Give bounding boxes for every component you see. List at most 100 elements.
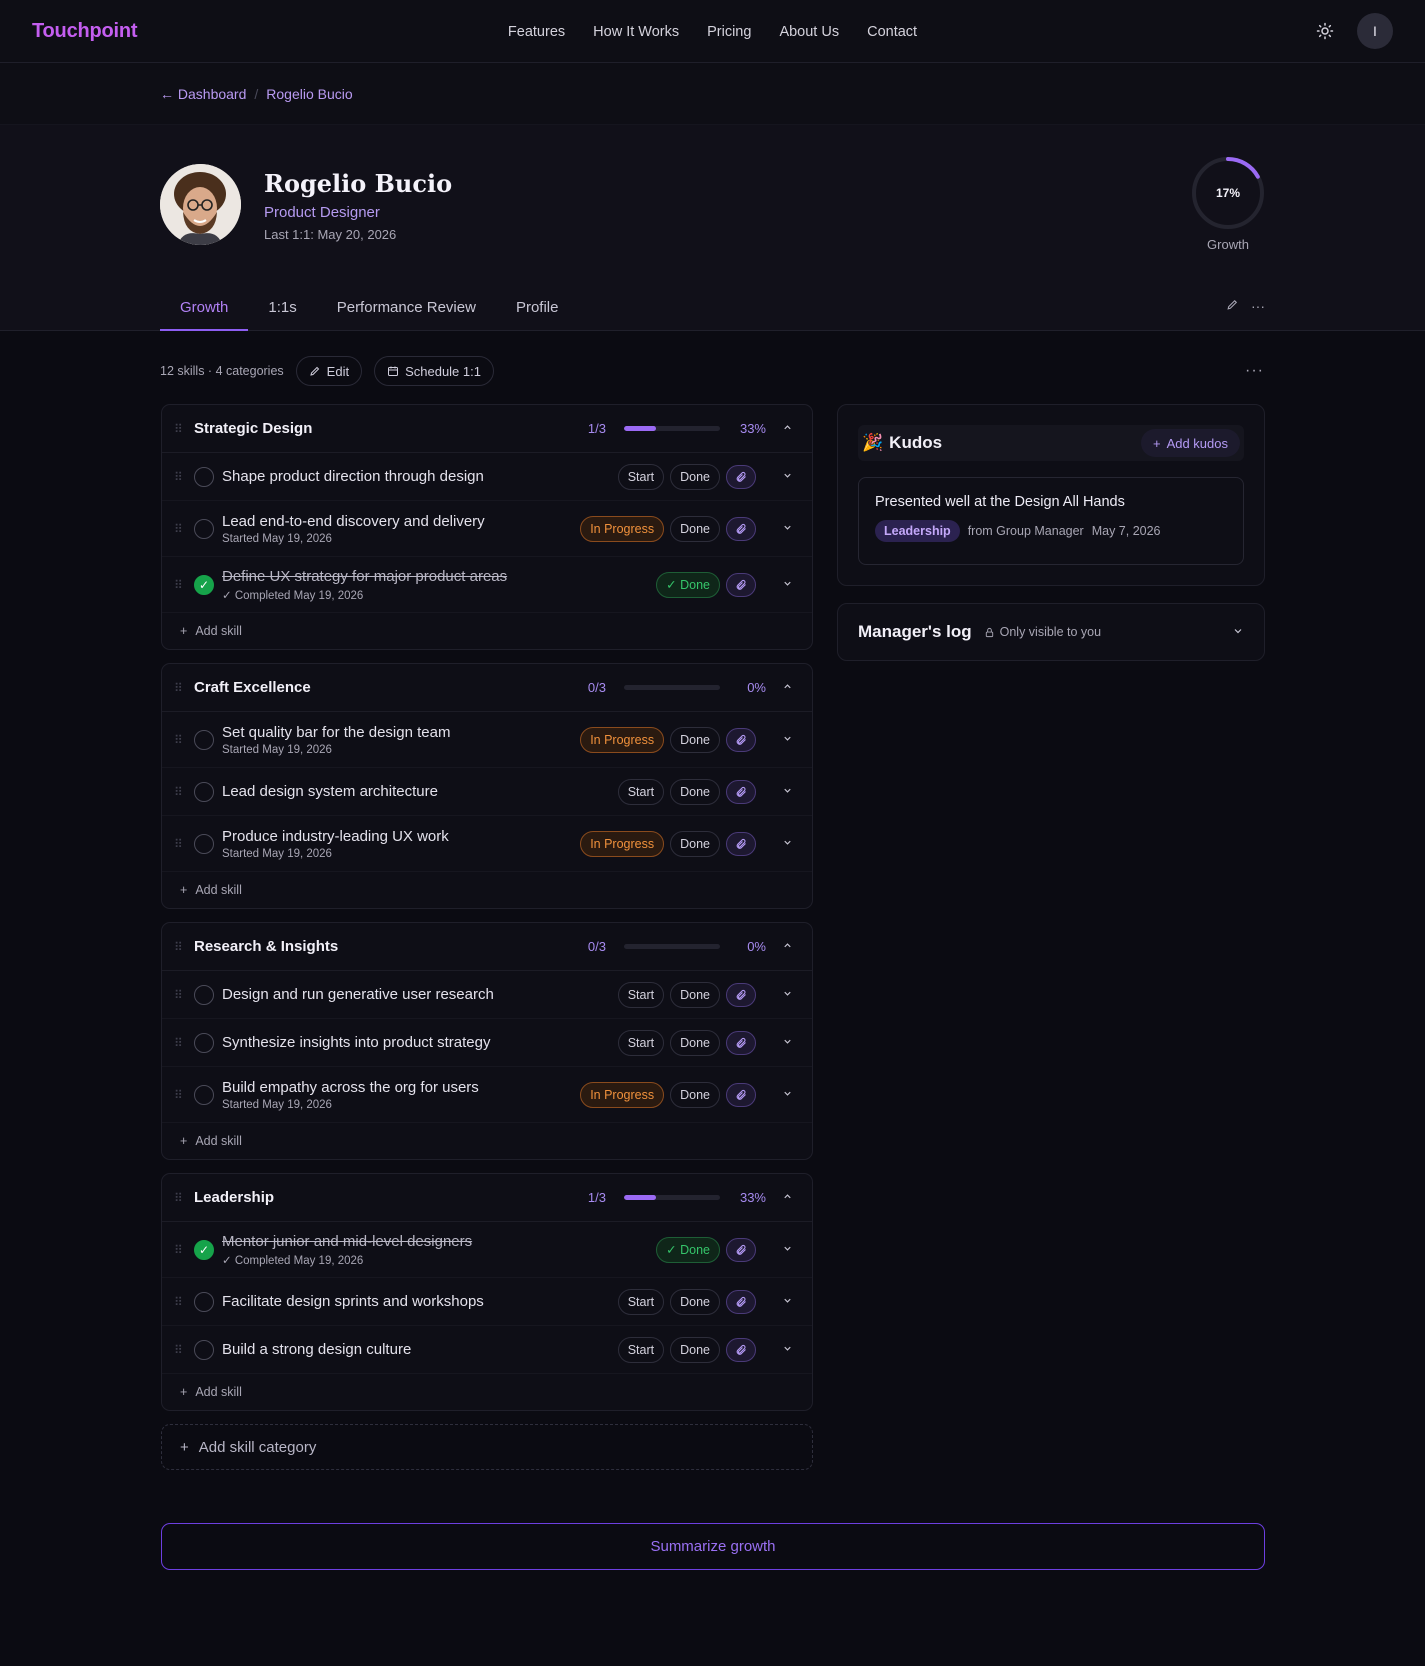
in-progress-badge[interactable]: In Progress [580,726,665,753]
drag-handle-icon[interactable]: ⠿ [174,1243,194,1257]
start-button[interactable]: Start [617,778,665,805]
kudos-item[interactable]: Presented well at the Design All Hands L… [858,477,1244,565]
breadcrumb-back-dashboard[interactable]: ← Dashboard [160,86,246,102]
paperclip-icon[interactable] [726,982,756,1007]
drag-handle-icon[interactable]: ⠿ [174,681,194,695]
in-progress-badge[interactable]: In Progress [580,515,665,542]
in-progress-badge[interactable]: In Progress [580,830,665,857]
chevron-up-icon[interactable] [780,422,794,436]
skill-row[interactable]: ⠿ Lead design system architecture Start Don… [162,768,812,816]
paperclip-icon[interactable] [726,516,756,541]
chevron-down-icon[interactable] [780,1295,794,1309]
done-button[interactable]: Done [670,830,720,857]
chevron-down-icon[interactable] [780,1036,794,1050]
drag-handle-icon[interactable]: ⠿ [174,1295,194,1309]
chevron-down-icon[interactable] [780,988,794,1002]
paperclip-icon[interactable] [726,1289,756,1314]
paperclip-icon[interactable] [726,1237,756,1262]
add-skill-button[interactable]: + Add skill [162,1374,812,1410]
chevron-down-icon[interactable] [780,837,794,851]
status-circle[interactable] [194,1084,214,1105]
in-progress-badge[interactable]: In Progress [580,1081,665,1108]
paperclip-icon[interactable] [726,831,756,856]
chevron-down-icon[interactable] [780,1343,794,1357]
drag-handle-icon[interactable]: ⠿ [174,940,194,954]
nav-link-pricing[interactable]: Pricing [707,24,751,40]
skill-row[interactable]: ⠿ Build empathy across the org for users S… [162,1067,812,1123]
summarize-growth-button[interactable]: Summarize growth [161,1523,1265,1570]
nav-link-contact[interactable]: Contact [867,24,917,40]
category-header[interactable]: ⠿ Strategic Design 1/3 33% [162,405,812,453]
user-avatar-button[interactable]: I [1357,13,1393,49]
tab-growth[interactable]: Growth [160,286,249,331]
done-button[interactable]: Done [670,1081,720,1108]
chevron-down-icon[interactable] [780,578,794,592]
status-circle[interactable] [194,833,214,854]
category-header[interactable]: ⠿ Research & Insights 0/3 0% [162,923,812,971]
skill-row[interactable]: ⠿ Lead end-to-end discovery and delivery S… [162,501,812,557]
chevron-up-icon[interactable] [780,1191,794,1205]
done-badge[interactable]: ✓ Done [656,1236,720,1263]
paperclip-icon[interactable] [726,464,756,489]
status-circle[interactable] [194,1339,214,1360]
chevron-down-icon[interactable] [780,470,794,484]
add-skill-button[interactable]: + Add skill [162,872,812,908]
start-button[interactable]: Start [617,1336,665,1363]
chevron-down-icon[interactable] [1232,624,1244,640]
add-skill-button[interactable]: + Add skill [162,613,812,649]
chevron-down-icon[interactable] [780,1088,794,1102]
done-button[interactable]: Done [670,1029,720,1056]
chevron-down-icon[interactable] [780,1243,794,1257]
done-button[interactable]: Done [670,726,720,753]
paperclip-icon[interactable] [726,1030,756,1055]
add-kudos-button[interactable]: + Add kudos [1140,429,1240,457]
chevron-up-icon[interactable] [780,681,794,695]
skill-row[interactable]: ⠿ ✓ Define UX strategy for major product a… [162,557,812,613]
paperclip-icon[interactable] [726,779,756,804]
chevron-up-icon[interactable] [780,940,794,954]
check-circle-icon[interactable]: ✓ [194,574,214,595]
paperclip-icon[interactable] [726,1082,756,1107]
edit-button[interactable]: Edit [295,356,363,386]
drag-handle-icon[interactable]: ⠿ [174,578,194,592]
status-circle[interactable] [194,984,214,1005]
status-circle[interactable] [194,1291,214,1312]
drag-handle-icon[interactable]: ⠿ [174,733,194,747]
nav-link-about-us[interactable]: About Us [779,24,839,40]
skill-row[interactable]: ⠿ Produce industry-leading UX work Started… [162,816,812,872]
managers-log[interactable]: Manager's log Only visible to you [837,603,1265,661]
start-button[interactable]: Start [617,1288,665,1315]
skill-row[interactable]: ⠿ Synthesize insights into product strate… [162,1019,812,1067]
paperclip-icon[interactable] [726,1337,756,1362]
more-icon[interactable]: ··· [1251,298,1265,314]
drag-handle-icon[interactable]: ⠿ [174,1191,194,1205]
more-icon[interactable]: ··· [1245,362,1264,380]
drag-handle-icon[interactable]: ⠿ [174,837,194,851]
category-header[interactable]: ⠿ Craft Excellence 0/3 0% [162,664,812,712]
nav-link-how-it-works[interactable]: How It Works [593,24,679,40]
tab-profile[interactable]: Profile [496,286,579,331]
status-circle[interactable] [194,729,214,750]
done-button[interactable]: Done [670,463,720,490]
check-circle-icon[interactable]: ✓ [194,1239,214,1260]
schedule-button[interactable]: Schedule 1:1 [374,356,494,386]
drag-handle-icon[interactable]: ⠿ [174,470,194,484]
skill-row[interactable]: ⠿ Set quality bar for the design team Star… [162,712,812,768]
drag-handle-icon[interactable]: ⠿ [174,422,194,436]
skill-row[interactable]: ⠿ Shape product direction through design S… [162,453,812,501]
skill-row[interactable]: ⠿ ✓ Mentor junior and mid-level designers ✓… [162,1222,812,1278]
done-badge[interactable]: ✓ Done [656,571,720,598]
skill-row[interactable]: ⠿ Build a strong design culture Start Done [162,1326,812,1374]
chevron-down-icon[interactable] [780,733,794,747]
done-button[interactable]: Done [670,778,720,805]
nav-link-features[interactable]: Features [508,24,565,40]
add-skill-button[interactable]: + Add skill [162,1123,812,1159]
done-button[interactable]: Done [670,1288,720,1315]
done-button[interactable]: Done [670,981,720,1008]
chevron-down-icon[interactable] [780,522,794,536]
status-circle[interactable] [194,1032,214,1053]
sun-icon[interactable] [1315,21,1335,41]
done-button[interactable]: Done [670,515,720,542]
drag-handle-icon[interactable]: ⠿ [174,1343,194,1357]
status-circle[interactable] [194,518,214,539]
